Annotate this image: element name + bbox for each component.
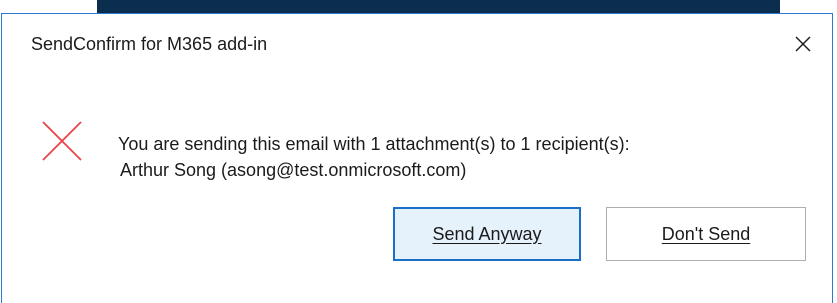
dont-send-label: Don't Send bbox=[661, 223, 751, 244]
send-anyway-label: Send Anyway bbox=[432, 223, 542, 244]
close-button[interactable] bbox=[788, 29, 818, 59]
error-x-icon bbox=[39, 118, 85, 164]
message-line-recipient: Arthur Song (asong@test.onmicrosoft.com) bbox=[120, 160, 467, 180]
message-line-attachments: You are sending this email with 1 attach… bbox=[118, 134, 630, 154]
dialog-title: SendConfirm for M365 add-in bbox=[31, 34, 268, 54]
sendconfirm-dialog: SendConfirm for M365 add-in You are send… bbox=[1, 13, 833, 303]
dont-send-button[interactable]: Don't Send bbox=[606, 207, 806, 261]
screen: SendConfirm for M365 add-in You are send… bbox=[0, 0, 837, 303]
close-icon bbox=[788, 29, 818, 59]
confirmation-message: You are sending this email with 1 attach… bbox=[118, 131, 630, 183]
background-window bbox=[97, 0, 780, 14]
send-anyway-button[interactable]: Send Anyway bbox=[393, 207, 581, 261]
dialog-titlebar: SendConfirm for M365 add-in bbox=[2, 14, 832, 78]
